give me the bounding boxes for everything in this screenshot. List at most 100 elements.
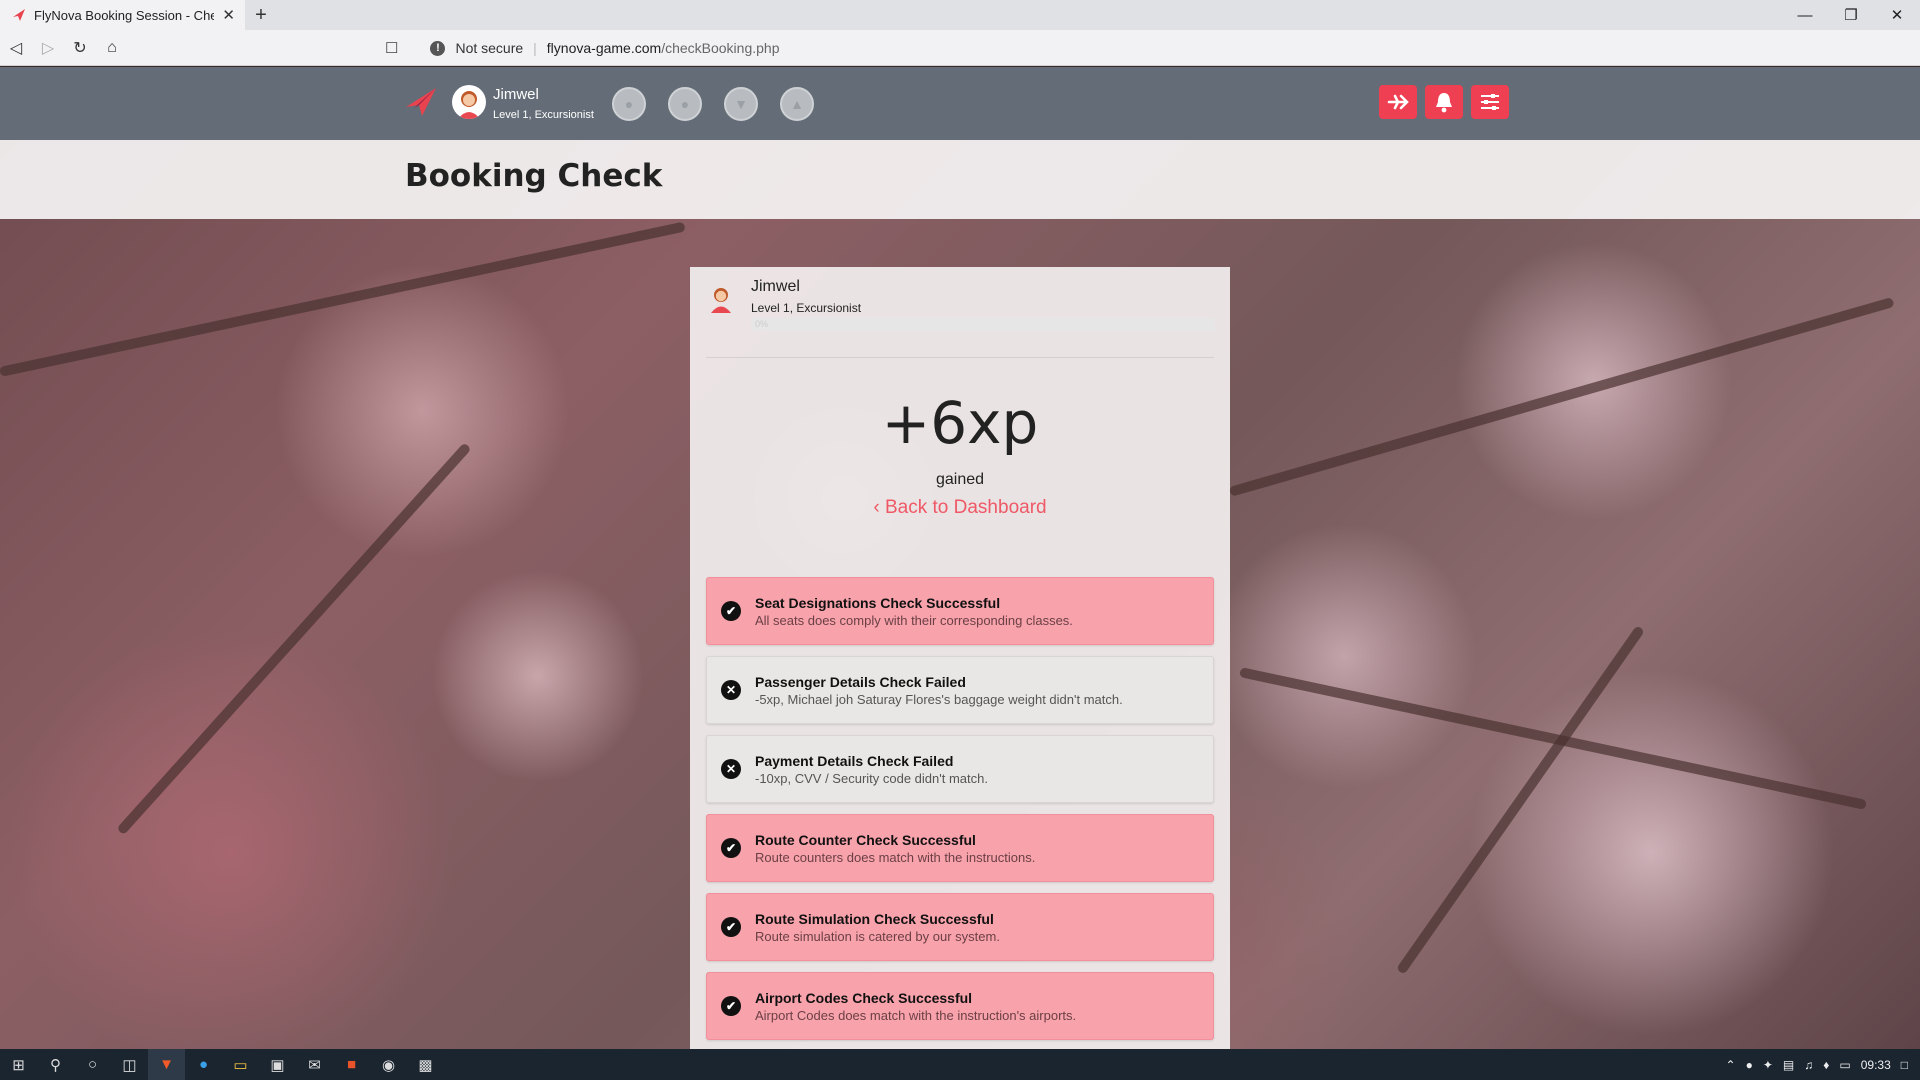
flynova-favicon-icon [13, 9, 25, 21]
reload-icon[interactable]: ↻ [64, 32, 96, 64]
flynova-logo-icon[interactable] [405, 87, 437, 117]
check-description: Route simulation is catered by our syste… [755, 929, 1000, 944]
check-item: ✔ Route Simulation Check Successful Rout… [706, 893, 1214, 961]
forward-nav-icon[interactable]: ▷ [32, 32, 64, 64]
new-tab-button[interactable]: + [245, 0, 277, 30]
check-description: -5xp, Michael joh Saturay Flores's bagga… [755, 692, 1123, 707]
card-divider [706, 357, 1214, 358]
check-title: Passenger Details Check Failed [755, 674, 966, 690]
url-host: flynova-game.com [546, 40, 662, 56]
clock[interactable]: 09:33 [1861, 1058, 1891, 1072]
info-icon[interactable]: ! [430, 40, 446, 56]
xp-progress-text: 0% [755, 319, 769, 329]
check-results-list: ✔ Seat Designations Check Successful All… [706, 577, 1214, 1040]
achievement-badge-icon[interactable]: ▼ [724, 87, 758, 121]
window-controls: — ❐ ✕ [1782, 0, 1920, 30]
minimize-icon[interactable]: — [1782, 0, 1828, 30]
checkmark-icon: ✔ [721, 838, 741, 858]
flights-button[interactable] [1379, 85, 1417, 119]
tab-title: FlyNova Booking Session - Check [34, 7, 215, 23]
achievement-badge-icon[interactable]: ▲ [780, 87, 814, 121]
card-user-level: Level 1, Excursionist [751, 301, 862, 315]
app-header: Jimwel Level 1, Excursionist ● ● ▼ ▲ [0, 67, 1920, 140]
brave-browser-icon[interactable]: ▼ [148, 1049, 185, 1080]
task-view-icon[interactable]: ◫ [111, 1049, 148, 1080]
sliders-icon [1481, 94, 1499, 110]
check-description: Route counters does match with the instr… [755, 850, 1036, 865]
header-user-name[interactable]: Jimwel [493, 86, 539, 103]
xp-gained-label: gained [935, 471, 985, 488]
card-avatar-icon [711, 288, 731, 313]
network-icon[interactable]: ▤ [1783, 1058, 1794, 1072]
check-item: ✔ Seat Designations Check Successful All… [706, 577, 1214, 645]
back-link-label: Back to Dashboard [885, 497, 1047, 518]
edge-icon[interactable]: ● [185, 1049, 222, 1080]
office-icon[interactable]: ■ [333, 1049, 370, 1080]
cortana-icon[interactable]: ○ [74, 1049, 111, 1080]
x-mark-icon: ✕ [721, 759, 741, 779]
battery-icon[interactable]: ▭ [1839, 1058, 1850, 1072]
check-description: Airport Codes does match with the instru… [755, 1008, 1077, 1023]
background-branch [1228, 297, 1895, 497]
url-field[interactable]: ☐ ! Not secure | flynova-game.com /check… [385, 34, 1500, 62]
check-description: -10xp, CVV / Security code didn't match. [755, 771, 988, 786]
user-avatar-icon [458, 91, 480, 119]
xp-gained-value: +6xp [881, 389, 1039, 457]
background-branch [1238, 667, 1868, 810]
achievement-badge-icon[interactable]: ● [668, 87, 702, 121]
record-icon[interactable]: ◉ [370, 1049, 407, 1080]
avatar[interactable] [452, 85, 486, 119]
checkmark-icon: ✔ [721, 996, 741, 1016]
notifications-button[interactable] [1425, 85, 1463, 119]
chevron-left-icon: ‹ [873, 497, 880, 518]
header-user-level: Level 1, Excursionist [493, 109, 594, 121]
home-icon[interactable]: ⌂ [96, 32, 128, 64]
volume-icon[interactable]: ♫ [1804, 1058, 1813, 1072]
microphone-icon[interactable]: ● [1746, 1058, 1753, 1072]
windows-start-icon[interactable]: ⊞ [0, 1049, 37, 1080]
settings-button[interactable] [1471, 85, 1509, 119]
header-actions [1379, 85, 1509, 119]
checkmark-icon: ✔ [721, 601, 741, 621]
check-title: Payment Details Check Failed [755, 753, 954, 769]
check-item: ✕ Payment Details Check Failed -10xp, CV… [706, 735, 1214, 803]
terminal-icon[interactable]: ▩ [407, 1049, 444, 1080]
taskbar: ⊞ ⚲ ○ ◫ ▼ ● ▭ ▣ ✉ ■ ◉ ▩ ⌃ ● ✦ ▤ ♫ ♦ ▭ 09… [0, 1049, 1920, 1080]
back-nav-icon[interactable]: ◁ [0, 32, 32, 64]
check-description: All seats does comply with their corresp… [755, 613, 1073, 628]
url-path: /checkBooking.php [661, 40, 780, 56]
url-separator: | [533, 40, 537, 56]
page-background: Jimwel Level 1, Excursionist ● ● ▼ ▲ Boo… [0, 67, 1920, 1049]
check-title: Route Simulation Check Successful [755, 911, 994, 927]
browser-tab-strip: FlyNova Booking Session - Check ✕ + — ❐ … [0, 0, 1920, 30]
close-window-icon[interactable]: ✕ [1874, 0, 1920, 30]
check-item: ✔ Airport Codes Check Successful Airport… [706, 972, 1214, 1040]
achievement-badges: ● ● ▼ ▲ [612, 87, 814, 121]
page-title: Booking Check [405, 158, 663, 194]
back-to-dashboard-link[interactable]: ‹ Back to Dashboard [690, 497, 1230, 519]
achievement-badge-icon[interactable]: ● [612, 87, 646, 121]
check-title: Airport Codes Check Successful [755, 990, 973, 1006]
card-user-name: Jimwel [751, 278, 800, 295]
security-label: Not secure [455, 40, 524, 56]
action-center-icon[interactable]: □ [1901, 1058, 1908, 1072]
browser-tab[interactable]: FlyNova Booking Session - Check ✕ [0, 0, 245, 30]
system-tray: ⌃ ● ✦ ▤ ♫ ♦ ▭ 09:33 □ [1726, 1049, 1920, 1080]
background-branch [116, 442, 472, 836]
background-branch [1395, 625, 1645, 975]
tab-close-icon[interactable]: ✕ [222, 6, 235, 24]
check-item: ✔ Route Counter Check Successful Route c… [706, 814, 1214, 882]
search-icon[interactable]: ⚲ [37, 1049, 74, 1080]
check-title: Seat Designations Check Successful [755, 595, 1001, 611]
file-explorer-icon[interactable]: ▭ [222, 1049, 259, 1080]
bluetooth-icon[interactable]: ✦ [1763, 1058, 1773, 1072]
check-title: Route Counter Check Successful [755, 832, 976, 848]
bookmark-icon[interactable]: ☐ [385, 39, 398, 57]
booking-result-card: Jimwel Level 1, Excursionist 0% +6xp gai… [690, 267, 1230, 1049]
x-mark-icon: ✕ [721, 680, 741, 700]
restore-icon[interactable]: ❐ [1828, 0, 1874, 30]
security-tray-icon[interactable]: ♦ [1823, 1058, 1829, 1072]
store-icon[interactable]: ▣ [259, 1049, 296, 1080]
tray-chevron-icon[interactable]: ⌃ [1726, 1058, 1736, 1072]
mail-icon[interactable]: ✉ [296, 1049, 333, 1080]
